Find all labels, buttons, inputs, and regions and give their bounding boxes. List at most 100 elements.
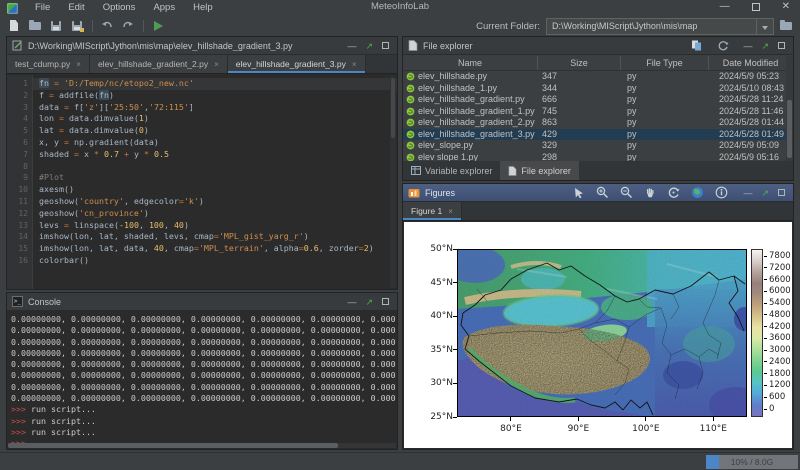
column-header-date[interactable]: Date Modified: [709, 56, 793, 70]
file-table-scrollbar[interactable]: [786, 56, 793, 163]
minimize-icon[interactable]: —: [347, 294, 356, 310]
console-output[interactable]: 0.00000000, 0.00000000, 0.00000000, 0.00…: [7, 312, 397, 443]
maximize-icon[interactable]: [382, 298, 389, 305]
colorbar-tick-mark: [764, 338, 767, 339]
memory-indicator[interactable]: 10% / 8.0G: [706, 455, 798, 469]
console-panel-titlebar: >_ Console — ↗: [7, 293, 397, 311]
editor-tab[interactable]: elev_hillshade_gradient_3.py×: [228, 55, 366, 73]
column-header-name[interactable]: Name: [403, 56, 538, 70]
code-line: fn = 'D:/Temp/nc/etopo2_new.nc': [33, 78, 397, 90]
colorbar-tick-mark: [764, 326, 767, 327]
float-icon[interactable]: ↗: [761, 185, 769, 201]
info-icon[interactable]: [715, 186, 728, 199]
console-output-line: 0.00000000, 0.00000000, 0.00000000, 0.00…: [11, 393, 397, 404]
pan-hand-icon[interactable]: [644, 187, 656, 199]
zoom-out-icon[interactable]: [620, 186, 633, 199]
current-folder-combobox[interactable]: D:\Working\MIScript\Jython\mis\map: [546, 18, 774, 35]
file-row[interactable]: elev_hillshade.py 347 py 2024/5/9 05:23: [403, 71, 793, 83]
float-icon[interactable]: ↗: [365, 294, 373, 310]
file-type: py: [621, 71, 709, 83]
y-axis-tick-label: 35°N: [423, 345, 453, 355]
colorbar-tick-mark: [764, 350, 767, 351]
tab-file-explorer[interactable]: File explorer: [500, 161, 579, 180]
edit-file-icon: [12, 40, 23, 51]
file-table: Name Size File Type Date Modified elev_h…: [403, 56, 793, 163]
rotate-icon[interactable]: [667, 186, 680, 199]
column-header-size[interactable]: Size: [538, 56, 621, 70]
colorbar-tick-mark: [764, 397, 767, 398]
console-hscrollbar[interactable]: [8, 443, 396, 448]
maximize-icon[interactable]: [382, 42, 389, 49]
line-number: 9: [7, 172, 28, 184]
column-header-filetype[interactable]: File Type: [621, 56, 709, 70]
tab-figure-1[interactable]: Figure 1×: [403, 202, 462, 220]
file-row[interactable]: elev_hillshade_gradient_3.py 429 py 2024…: [403, 129, 793, 141]
select-cursor-icon[interactable]: [573, 187, 585, 199]
line-number: 4: [7, 113, 28, 125]
python-file-icon: [406, 95, 415, 104]
new-file-button[interactable]: [7, 19, 21, 33]
file-table-rows: elev_hillshade.py 347 py 2024/5/9 05:23 …: [403, 71, 793, 163]
copy-file-icon[interactable]: [691, 40, 703, 51]
python-file-icon: [406, 130, 415, 139]
globe-icon[interactable]: [691, 186, 704, 199]
console-output-line: 0.00000000, 0.00000000, 0.00000000, 0.00…: [11, 348, 397, 359]
float-icon[interactable]: ↗: [761, 38, 769, 54]
code-line: x, y = np.gradient(data): [33, 137, 397, 149]
menu-item-options[interactable]: Options: [94, 0, 145, 16]
editor-scrollbar[interactable]: [390, 76, 396, 288]
menu-item-edit[interactable]: Edit: [59, 0, 93, 16]
menu-item-apps[interactable]: Apps: [144, 0, 184, 16]
close-icon[interactable]: ×: [352, 60, 357, 69]
minimize-icon[interactable]: —: [347, 38, 356, 54]
code-editor[interactable]: 12345678910111213141516 fn = 'D:/Temp/nc…: [7, 75, 397, 289]
figures-panel: Figures — ↗ Figure 1×: [402, 183, 794, 450]
file-row[interactable]: elev_slope.py 329 py 2024/5/9 05:09: [403, 140, 793, 152]
editor-panel: D:\Working\MIScript\Jython\mis\map\elev_…: [6, 36, 398, 290]
float-icon[interactable]: ↗: [365, 38, 373, 54]
line-number: 12: [7, 208, 28, 220]
menu-items: FileEditOptionsAppsHelp: [26, 0, 222, 16]
line-number: 7: [7, 149, 28, 161]
minimize-icon[interactable]: —: [743, 38, 752, 54]
editor-tab[interactable]: test_cdump.py×: [7, 55, 90, 73]
file-size: 745: [538, 106, 621, 118]
chevron-down-icon[interactable]: [756, 19, 773, 34]
map-figure[interactable]: [457, 249, 747, 417]
close-icon[interactable]: ×: [76, 60, 81, 69]
save-as-button[interactable]: [70, 19, 84, 33]
file-type: py: [621, 129, 709, 141]
maximize-icon[interactable]: [778, 42, 785, 49]
line-number-gutter: 12345678910111213141516: [7, 75, 33, 289]
close-icon[interactable]: ×: [448, 207, 453, 216]
file-row[interactable]: elev_hillshade_1.py 344 py 2024/5/10 08:…: [403, 83, 793, 95]
colorbar-tick-mark: [764, 291, 767, 292]
open-file-button[interactable]: [28, 19, 42, 33]
file-row[interactable]: elev_hillshade_gradient.py 666 py 2024/5…: [403, 94, 793, 106]
figure-canvas[interactable]: 50°N45°N40°N35°N30°N25°N80°E90°E100°E110…: [404, 222, 792, 448]
python-file-icon: [406, 141, 415, 150]
window-minimize-icon[interactable]: —: [720, 0, 730, 14]
code-line: levs = linspace(-100, 100, 40): [33, 220, 397, 232]
menu-item-file[interactable]: File: [26, 0, 59, 16]
window-close-icon[interactable]: ✕: [782, 0, 790, 14]
undo-button[interactable]: [100, 19, 114, 33]
run-script-button[interactable]: [151, 19, 165, 33]
tab-variable-explorer[interactable]: Variable explorer: [403, 161, 500, 180]
save-button[interactable]: [49, 19, 63, 33]
file-row[interactable]: elev_hillshade_gradient_1.py 745 py 2024…: [403, 106, 793, 118]
maximize-icon[interactable]: [778, 189, 785, 196]
menu-item-help[interactable]: Help: [184, 0, 222, 16]
file-row[interactable]: elev_hillshade_gradient_2.py 863 py 2024…: [403, 117, 793, 129]
console-output-line: 0.00000000, 0.00000000, 0.00000000, 0.00…: [11, 359, 397, 370]
editor-tab[interactable]: elev_hillshade_gradient_2.py×: [90, 55, 228, 73]
zoom-in-icon[interactable]: [596, 186, 609, 199]
close-icon[interactable]: ×: [214, 60, 219, 69]
file-name: elev_slope.py: [418, 140, 473, 152]
redo-button[interactable]: [121, 19, 135, 33]
colorbar-tick-mark: [764, 256, 767, 257]
minimize-icon[interactable]: —: [743, 185, 752, 201]
browse-folder-button[interactable]: [779, 19, 794, 33]
refresh-icon[interactable]: [717, 40, 729, 52]
window-maximize-icon[interactable]: [752, 3, 760, 11]
